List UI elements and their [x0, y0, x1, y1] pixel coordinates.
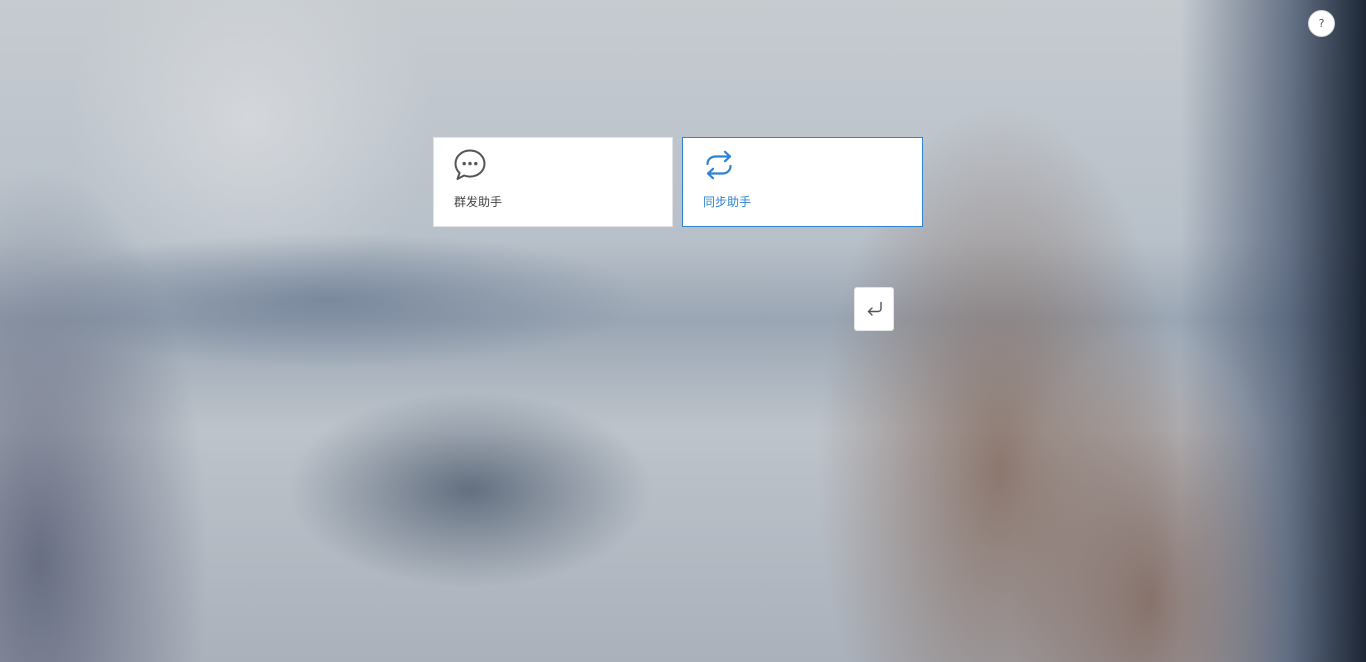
chat-bubble-icon — [453, 148, 487, 182]
blurred-background — [0, 0, 1366, 662]
help-icon: ? — [1318, 17, 1325, 30]
mass-send-assistant-card[interactable]: 群发助手 — [433, 137, 673, 227]
back-button[interactable] — [854, 287, 894, 331]
sync-arrows-icon — [702, 148, 736, 182]
return-arrow-icon — [867, 301, 882, 316]
help-button[interactable]: ? — [1308, 10, 1335, 37]
app-window: ? 群发助手 同步助手 — [0, 0, 1366, 662]
sync-assistant-label: 同步助手 — [703, 195, 752, 209]
sync-assistant-card[interactable]: 同步助手 — [682, 137, 923, 227]
mass-send-assistant-label: 群发助手 — [454, 195, 503, 209]
